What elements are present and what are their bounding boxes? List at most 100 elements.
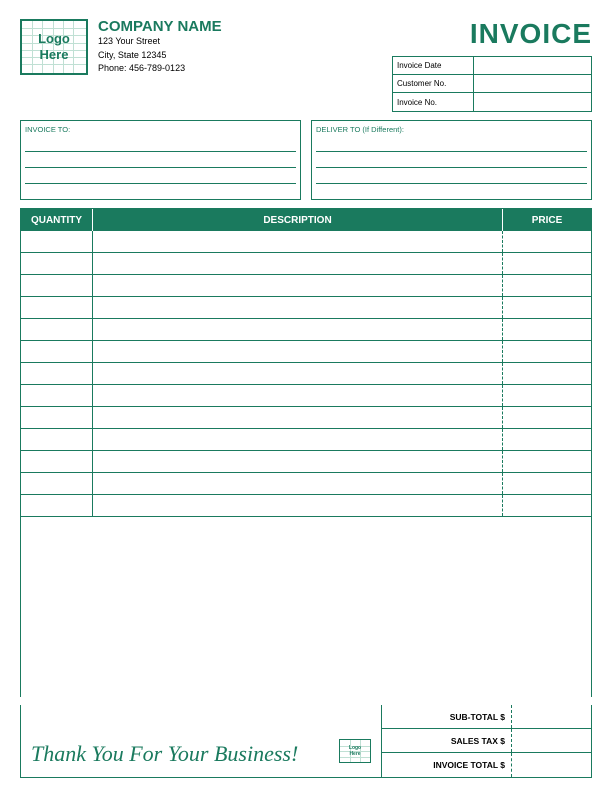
deliver-to-line-1[interactable] bbox=[316, 136, 587, 152]
invoice-to-label: INVOICE TO: bbox=[25, 125, 296, 134]
header-right: INVOICE Invoice Date Customer No. Invoic… bbox=[392, 18, 592, 112]
table-row[interactable] bbox=[21, 385, 591, 407]
row-desc-8[interactable] bbox=[93, 385, 503, 406]
deliver-to-line-3[interactable] bbox=[316, 168, 587, 184]
deliver-to-lines bbox=[316, 136, 587, 200]
table-header: QUANTITY DESCRIPTION PRICE bbox=[21, 209, 591, 231]
table-row[interactable] bbox=[21, 473, 591, 495]
row-price-11[interactable] bbox=[503, 451, 591, 472]
table-row[interactable] bbox=[21, 341, 591, 363]
invoice-total-row: INVOICE TOTAL $ bbox=[382, 753, 591, 777]
table-row[interactable] bbox=[21, 451, 591, 473]
row-qty-6[interactable] bbox=[21, 341, 93, 362]
invoice-total-value[interactable] bbox=[511, 753, 591, 777]
row-price-9[interactable] bbox=[503, 407, 591, 428]
sub-total-value[interactable] bbox=[511, 705, 591, 728]
row-price-13[interactable] bbox=[503, 495, 591, 516]
row-desc-10[interactable] bbox=[93, 429, 503, 450]
small-logo-label: LogoHere bbox=[349, 745, 361, 757]
row-qty-7[interactable] bbox=[21, 363, 93, 384]
row-desc-12[interactable] bbox=[93, 473, 503, 494]
table-row[interactable] bbox=[21, 275, 591, 297]
table-row[interactable] bbox=[21, 297, 591, 319]
company-info: COMPANY NAME 123 Your Street City, State… bbox=[98, 18, 222, 76]
sales-tax-value[interactable] bbox=[511, 729, 591, 752]
row-price-4[interactable] bbox=[503, 297, 591, 318]
col-desc-header: DESCRIPTION bbox=[93, 209, 503, 231]
row-qty-12[interactable] bbox=[21, 473, 93, 494]
invoice-total-label: INVOICE TOTAL $ bbox=[382, 760, 511, 770]
row-desc-3[interactable] bbox=[93, 275, 503, 296]
invoice-to-line-4[interactable] bbox=[25, 184, 296, 200]
address-section: INVOICE TO: DELIVER TO (If Different): bbox=[20, 120, 592, 200]
items-table: QUANTITY DESCRIPTION PRICE bbox=[20, 208, 592, 697]
table-row[interactable] bbox=[21, 407, 591, 429]
customer-no-label: Customer No. bbox=[393, 79, 473, 88]
row-price-1[interactable] bbox=[503, 231, 591, 252]
row-qty-8[interactable] bbox=[21, 385, 93, 406]
sub-total-label: SUB-TOTAL $ bbox=[382, 712, 511, 722]
row-qty-9[interactable] bbox=[21, 407, 93, 428]
invoice-title: INVOICE bbox=[470, 18, 592, 50]
row-price-6[interactable] bbox=[503, 341, 591, 362]
table-row[interactable] bbox=[21, 319, 591, 341]
row-price-7[interactable] bbox=[503, 363, 591, 384]
row-qty-10[interactable] bbox=[21, 429, 93, 450]
deliver-to-label: DELIVER TO (If Different): bbox=[316, 125, 587, 134]
company-street: 123 Your Street bbox=[98, 35, 222, 49]
company-phone: Phone: 456-789-0123 bbox=[98, 62, 222, 76]
invoice-no-label: Invoice No. bbox=[393, 98, 473, 107]
table-row[interactable] bbox=[21, 429, 591, 451]
invoice-to-line-1[interactable] bbox=[25, 136, 296, 152]
footer-section: LogoHere Thank You For Your Business! SU… bbox=[20, 705, 592, 778]
row-price-2[interactable] bbox=[503, 253, 591, 274]
table-row[interactable] bbox=[21, 253, 591, 275]
row-desc-2[interactable] bbox=[93, 253, 503, 274]
invoice-date-row: Invoice Date bbox=[393, 57, 591, 75]
row-qty-4[interactable] bbox=[21, 297, 93, 318]
totals-section: SUB-TOTAL $ SALES TAX $ INVOICE TOTAL $ bbox=[381, 705, 591, 777]
row-desc-13[interactable] bbox=[93, 495, 503, 516]
row-desc-9[interactable] bbox=[93, 407, 503, 428]
invoice-no-value[interactable] bbox=[473, 93, 591, 111]
row-desc-1[interactable] bbox=[93, 231, 503, 252]
row-price-8[interactable] bbox=[503, 385, 591, 406]
row-price-5[interactable] bbox=[503, 319, 591, 340]
deliver-to-line-2[interactable] bbox=[316, 152, 587, 168]
deliver-to-line-4[interactable] bbox=[316, 184, 587, 200]
header: Logo Here COMPANY NAME 123 Your Street C… bbox=[20, 18, 592, 112]
invoice-to-line-2[interactable] bbox=[25, 152, 296, 168]
table-row[interactable] bbox=[21, 231, 591, 253]
row-qty-1[interactable] bbox=[21, 231, 93, 252]
row-price-3[interactable] bbox=[503, 275, 591, 296]
deliver-to-box: DELIVER TO (If Different): bbox=[311, 120, 592, 200]
row-qty-5[interactable] bbox=[21, 319, 93, 340]
invoice-no-row: Invoice No. bbox=[393, 93, 591, 111]
company-name: COMPANY NAME bbox=[98, 18, 222, 35]
row-desc-5[interactable] bbox=[93, 319, 503, 340]
invoice-date-value[interactable] bbox=[473, 57, 591, 74]
row-desc-7[interactable] bbox=[93, 363, 503, 384]
row-qty-11[interactable] bbox=[21, 451, 93, 472]
sales-tax-label: SALES TAX $ bbox=[382, 736, 511, 746]
row-desc-4[interactable] bbox=[93, 297, 503, 318]
row-qty-3[interactable] bbox=[21, 275, 93, 296]
row-desc-11[interactable] bbox=[93, 451, 503, 472]
logo-text: Logo Here bbox=[38, 31, 70, 62]
table-row[interactable] bbox=[21, 495, 591, 517]
invoice-to-lines bbox=[25, 136, 296, 200]
thank-you-text: Thank You For Your Business! bbox=[31, 741, 298, 767]
invoice-to-box: INVOICE TO: bbox=[20, 120, 301, 200]
customer-no-value[interactable] bbox=[473, 75, 591, 92]
row-qty-13[interactable] bbox=[21, 495, 93, 516]
row-price-12[interactable] bbox=[503, 473, 591, 494]
small-logo: LogoHere bbox=[339, 739, 371, 763]
row-price-10[interactable] bbox=[503, 429, 591, 450]
company-city-state: City, State 12345 bbox=[98, 49, 222, 63]
row-desc-6[interactable] bbox=[93, 341, 503, 362]
header-left: Logo Here COMPANY NAME 123 Your Street C… bbox=[20, 18, 222, 76]
table-row[interactable] bbox=[21, 363, 591, 385]
invoice-to-line-3[interactable] bbox=[25, 168, 296, 184]
row-qty-2[interactable] bbox=[21, 253, 93, 274]
company-address: 123 Your Street City, State 12345 Phone:… bbox=[98, 35, 222, 76]
